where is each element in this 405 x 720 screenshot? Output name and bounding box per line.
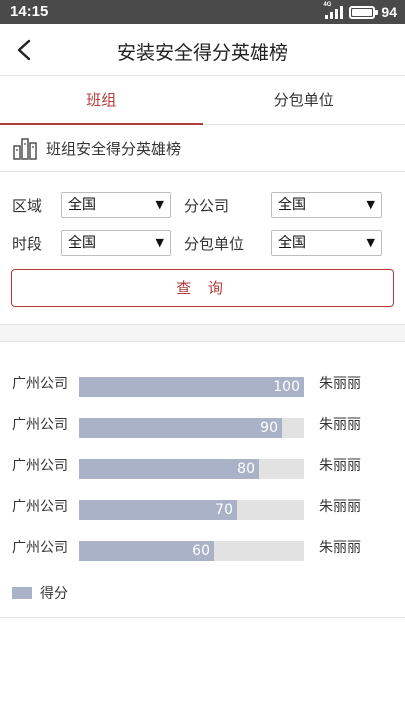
period-value: 全国: [68, 235, 96, 251]
region-label: 区域: [12, 197, 43, 215]
section-divider: [0, 324, 405, 342]
bar-track: 60: [79, 541, 304, 561]
dropdown-arrow-icon: ▼: [366, 198, 375, 211]
filter-row-2: 时段 全国 ▼ 分包单位 全国 ▼: [12, 228, 396, 266]
status-time: 14:15: [10, 3, 49, 20]
dropdown-arrow-icon: ▼: [155, 236, 164, 249]
network-type: 4G: [323, 2, 332, 8]
bar-track: 90: [79, 418, 304, 438]
bar-value-label: 90: [260, 420, 278, 436]
chart-row: 广州公司 80 朱丽丽: [0, 458, 405, 479]
subcontractor-value: 全国: [278, 235, 306, 251]
query-button[interactable]: 查 询: [11, 269, 394, 307]
bar-category-label: 广州公司: [12, 417, 68, 433]
bar-category-label: 广州公司: [12, 540, 68, 556]
nav-bar: 安装安全得分英雄榜: [0, 24, 405, 76]
bar-person-label: 朱丽丽: [319, 376, 361, 392]
tab-bar: 班组 分包单位: [0, 77, 405, 125]
section-header: 班组安全得分英雄榜: [0, 126, 405, 172]
subcontractor-label: 分包单位: [184, 235, 245, 253]
chart-row: 广州公司 60 朱丽丽: [0, 540, 405, 561]
score-chart: 得分 广州公司 100 朱丽丽 广州公司 90 朱丽丽 广州公司 80 朱丽丽 广州公司 70 朱丽丽…: [0, 343, 405, 618]
subcontractor-select[interactable]: 全国 ▼: [271, 230, 382, 256]
battery-icon: [349, 5, 379, 19]
region-select[interactable]: 全国 ▼: [61, 192, 171, 218]
battery-level: 94: [381, 4, 397, 20]
bar-person-label: 朱丽丽: [319, 540, 361, 556]
status-indicators: 4G 94: [323, 2, 397, 21]
bar-person-label: 朱丽丽: [319, 458, 361, 474]
dropdown-arrow-icon: ▼: [366, 236, 375, 249]
status-bar: 14:15 4G 94: [0, 0, 405, 24]
chart-row: 广州公司 90 朱丽丽: [0, 417, 405, 438]
ranking-icon: [13, 137, 37, 160]
branch-label: 分公司: [184, 197, 230, 215]
dropdown-arrow-icon: ▼: [155, 198, 164, 211]
chart-row: 广州公司 70 朱丽丽: [0, 499, 405, 520]
branch-value: 全国: [278, 197, 306, 213]
filter-panel: 区域 全国 ▼ 分公司 全国 ▼ 时段 全国 ▼ 分包单位 全国 ▼: [12, 190, 396, 266]
bar-person-label: 朱丽丽: [319, 499, 361, 515]
chart-row: 广州公司 100 朱丽丽: [0, 376, 405, 397]
bar-value-label: 100: [273, 379, 300, 395]
bar-value-label: 60: [192, 543, 210, 559]
bar-category-label: 广州公司: [12, 458, 68, 474]
signal-icon: 4G: [323, 2, 344, 19]
bar-category-label: 广州公司: [12, 499, 68, 515]
bar-category-label: 广州公司: [12, 376, 68, 392]
bar-person-label: 朱丽丽: [319, 417, 361, 433]
page-title: 安装安全得分英雄榜: [116, 42, 288, 64]
legend-label: 得分: [40, 586, 68, 602]
bar-track: 100: [79, 377, 304, 397]
tab-subcontractor[interactable]: 分包单位: [203, 77, 405, 124]
legend-swatch: [12, 587, 32, 599]
chart-legend: 得分: [12, 583, 68, 603]
period-select[interactable]: 全国 ▼: [61, 230, 171, 256]
branch-select[interactable]: 全国 ▼: [271, 192, 382, 218]
period-label: 时段: [12, 235, 43, 253]
tab-team[interactable]: 班组: [0, 77, 203, 125]
section-title: 班组安全得分英雄榜: [46, 140, 182, 158]
bar-value-label: 80: [237, 461, 255, 477]
bar-track: 80: [79, 459, 304, 479]
bar-value-label: 70: [215, 502, 233, 518]
region-value: 全国: [68, 197, 96, 213]
bar-track: 70: [79, 500, 304, 520]
filter-row-1: 区域 全国 ▼ 分公司 全国 ▼: [12, 190, 396, 228]
